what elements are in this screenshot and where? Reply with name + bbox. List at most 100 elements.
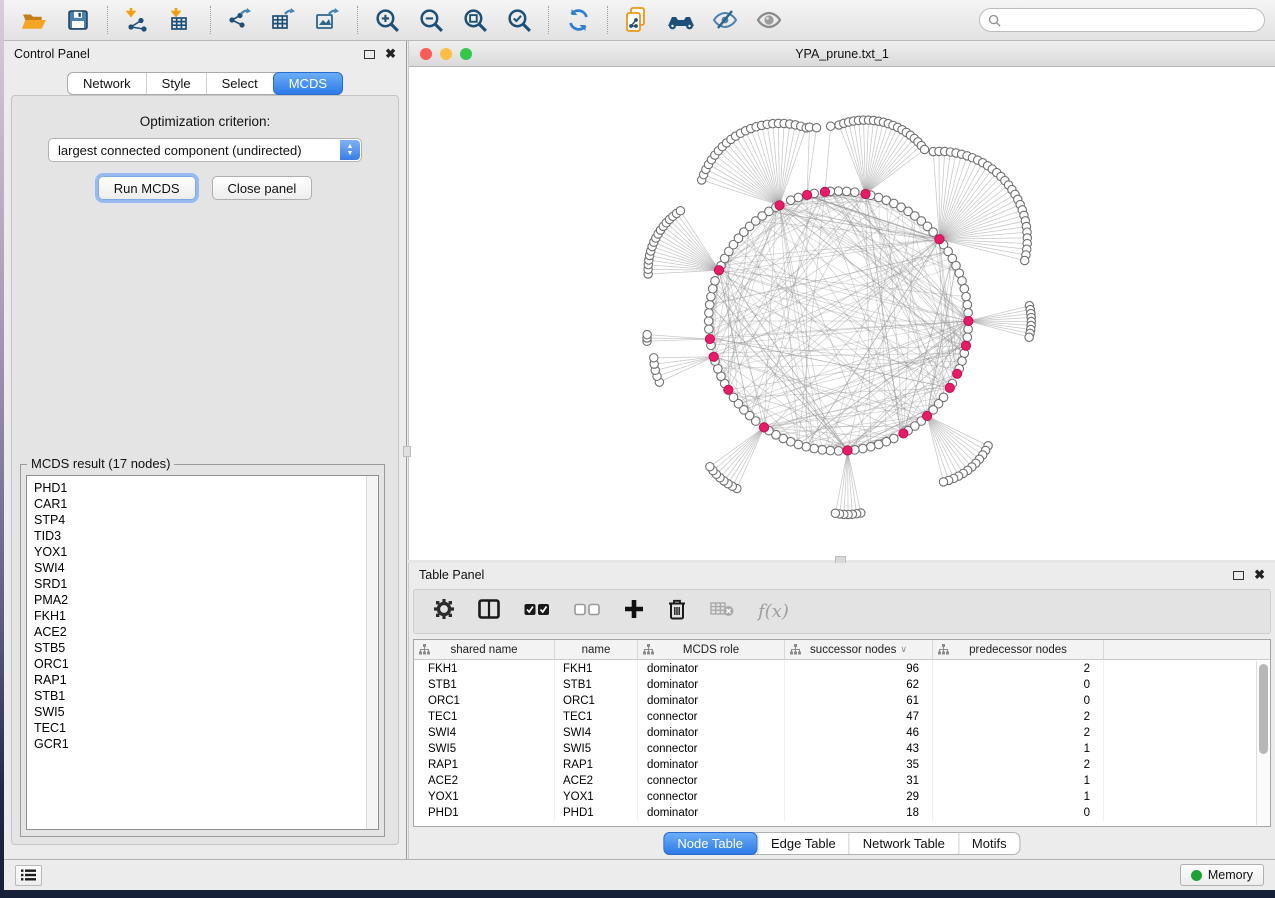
mcds-node-item[interactable]: RAP1: [27, 672, 365, 688]
network-node[interactable]: [963, 300, 972, 309]
network-node[interactable]: [1025, 333, 1033, 341]
add-column-icon[interactable]: [624, 599, 644, 624]
search-box[interactable]: [979, 8, 1265, 32]
network-node[interactable]: [929, 228, 938, 237]
network-node[interactable]: [958, 277, 967, 286]
zoom-fit-icon[interactable]: [455, 4, 495, 36]
mcds-node-item[interactable]: STP4: [27, 512, 365, 528]
mcds-hub-node[interactable]: [961, 341, 970, 350]
network-node[interactable]: [850, 188, 859, 197]
network-canvas[interactable]: [409, 67, 1275, 560]
column-header-successor-nodes[interactable]: successor nodes ∨: [785, 640, 933, 659]
export-image-icon[interactable]: [308, 4, 348, 36]
network-node[interactable]: [834, 187, 843, 196]
mcds-node-item[interactable]: ACE2: [27, 624, 365, 640]
network-node[interactable]: [920, 145, 928, 153]
zoom-out-icon[interactable]: [411, 4, 451, 36]
mcds-node-item[interactable]: TID3: [27, 528, 365, 544]
mcds-node-item[interactable]: SWI4: [27, 560, 365, 576]
tab-motifs[interactable]: Motifs: [958, 833, 1020, 854]
mcds-hub-node[interactable]: [945, 383, 954, 392]
select-all-checked-icon[interactable]: [524, 603, 550, 621]
network-graph[interactable]: [409, 67, 1275, 560]
mcds-node-item[interactable]: STB1: [27, 688, 365, 704]
network-window-titlebar[interactable]: YPA_prune.txt_1: [409, 41, 1275, 67]
table-row[interactable]: ORC1ORC1dominator610: [414, 693, 1256, 709]
network-node[interactable]: [963, 333, 972, 342]
export-network-icon[interactable]: [220, 4, 260, 36]
network-node[interactable]: [812, 124, 820, 132]
network-node[interactable]: [704, 317, 713, 326]
network-node[interactable]: [810, 444, 819, 453]
mcds-hub-node[interactable]: [705, 334, 714, 343]
tab-mcds[interactable]: MCDS: [273, 72, 343, 95]
close-panel-button[interactable]: Close panel: [212, 176, 313, 200]
network-node[interactable]: [826, 122, 834, 130]
import-network-icon[interactable]: [117, 4, 157, 36]
mcds-node-item[interactable]: STB5: [27, 640, 365, 656]
clone-network-icon[interactable]: [617, 4, 657, 36]
mcds-hub-node[interactable]: [922, 411, 931, 420]
network-node[interactable]: [960, 284, 969, 293]
network-node[interactable]: [964, 325, 973, 334]
network-node[interactable]: [708, 284, 717, 293]
mcds-hub-node[interactable]: [899, 429, 908, 438]
mcds-hub-node[interactable]: [935, 235, 944, 244]
mcds-hub-node[interactable]: [724, 385, 733, 394]
mcds-hub-node[interactable]: [843, 446, 852, 455]
mcds-node-item[interactable]: FKH1: [27, 608, 365, 624]
mcds-hub-node[interactable]: [709, 352, 718, 361]
network-node[interactable]: [831, 509, 839, 517]
close-panel-icon[interactable]: ✖: [385, 49, 396, 59]
table-row[interactable]: SWI5SWI5connector431: [414, 741, 1256, 757]
mcds-hub-node[interactable]: [953, 369, 962, 378]
network-node[interactable]: [834, 447, 843, 456]
table-row[interactable]: FKH1FKH1dominator962: [414, 661, 1256, 677]
network-node[interactable]: [818, 446, 827, 455]
mcds-hub-node[interactable]: [820, 187, 829, 196]
column-header-shared-name[interactable]: shared name: [414, 640, 555, 659]
hide-selected-icon[interactable]: [705, 4, 745, 36]
optimization-criterion-select[interactable]: largest connected component (undirected)…: [48, 138, 362, 162]
table-row[interactable]: RAP1RAP1dominator352: [414, 757, 1256, 773]
network-node[interactable]: [859, 444, 868, 453]
import-table-icon[interactable]: [161, 4, 201, 36]
network-node[interactable]: [867, 442, 876, 451]
table-row[interactable]: SWI4SWI4dominator462: [414, 725, 1256, 741]
column-header-name[interactable]: name: [555, 640, 638, 659]
network-node[interactable]: [794, 193, 803, 202]
search-input[interactable]: [1006, 13, 1256, 27]
column-header-mcds-role[interactable]: MCDS role: [638, 640, 785, 659]
table-row[interactable]: TEC1TEC1connector472: [414, 709, 1256, 725]
close-window-icon[interactable]: [420, 48, 432, 60]
network-node[interactable]: [676, 207, 684, 215]
float-table-panel-icon[interactable]: [1233, 571, 1244, 580]
mcds-hub-node[interactable]: [802, 190, 811, 199]
mcds-node-item[interactable]: CAR1: [27, 496, 365, 512]
find-icon[interactable]: [661, 4, 701, 36]
close-table-panel-icon[interactable]: ✖: [1254, 570, 1265, 580]
mcds-hub-node[interactable]: [759, 423, 768, 432]
mcds-list-scrollbar[interactable]: [366, 476, 378, 829]
network-node[interactable]: [939, 478, 947, 486]
show-all-icon[interactable]: [749, 4, 789, 36]
minimize-window-icon[interactable]: [440, 48, 452, 60]
open-session-icon[interactable]: [14, 4, 54, 36]
memory-button[interactable]: Memory: [1180, 864, 1264, 886]
network-node[interactable]: [842, 187, 851, 196]
network-node[interactable]: [1021, 256, 1029, 264]
network-node[interactable]: [826, 446, 835, 455]
network-node[interactable]: [802, 442, 811, 451]
maximize-window-icon[interactable]: [460, 48, 472, 60]
tab-node-table[interactable]: Node Table: [663, 832, 757, 855]
mcds-node-item[interactable]: PHD1: [27, 480, 365, 496]
table-row[interactable]: PHD1PHD1dominator180: [414, 805, 1256, 821]
mcds-hub-node[interactable]: [714, 266, 723, 275]
tab-network[interactable]: Network: [68, 73, 146, 94]
network-node[interactable]: [874, 440, 883, 449]
network-node[interactable]: [650, 354, 658, 362]
network-node[interactable]: [707, 292, 716, 301]
network-node[interactable]: [706, 462, 714, 470]
run-mcds-button[interactable]: Run MCDS: [98, 176, 196, 200]
tab-style[interactable]: Style: [146, 73, 206, 94]
